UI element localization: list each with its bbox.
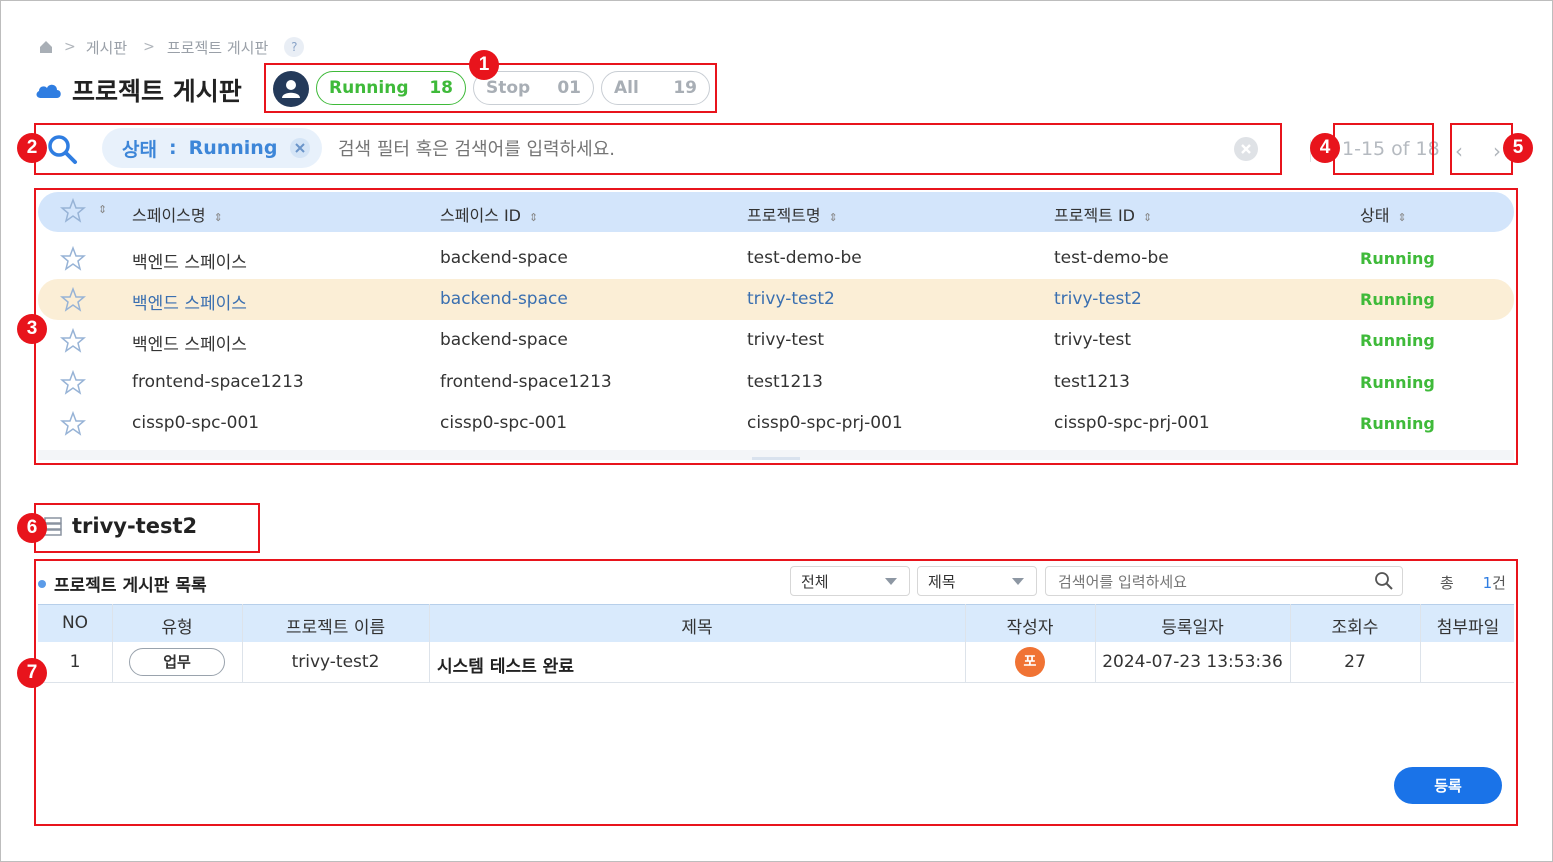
annotation-badge-3: 3 (17, 314, 47, 344)
annotation-badge-6: 6 (17, 513, 47, 543)
annotation-box-6 (34, 503, 260, 553)
annotation-badge-7: 7 (17, 658, 47, 688)
chevron-right-icon: > (64, 39, 76, 55)
annotation-box-3 (34, 188, 1518, 465)
annotation-badge-2: 2 (17, 133, 47, 163)
annotation-box-7 (34, 559, 1518, 826)
annotation-badge-4: 4 (1310, 133, 1340, 163)
page-title-wrap: 프로젝트 게시판 (34, 72, 242, 108)
help-icon[interactable]: ? (284, 37, 305, 57)
breadcrumb-item-project-board[interactable]: 프로젝트 게시판 (167, 37, 268, 58)
home-icon[interactable] (38, 39, 54, 55)
annotation-box-4 (1333, 123, 1434, 175)
annotation-badge-1: 1 (469, 50, 499, 80)
annotation-badge-5: 5 (1503, 133, 1533, 163)
annotation-box-2 (34, 123, 1282, 175)
breadcrumb-item-board[interactable]: 게시판 (86, 37, 127, 58)
page-title: 프로젝트 게시판 (72, 77, 242, 106)
cloud-icon (34, 80, 64, 100)
breadcrumb: > 게시판 > 프로젝트 게시판 ? (38, 36, 305, 58)
chevron-right-icon: > (143, 39, 155, 55)
